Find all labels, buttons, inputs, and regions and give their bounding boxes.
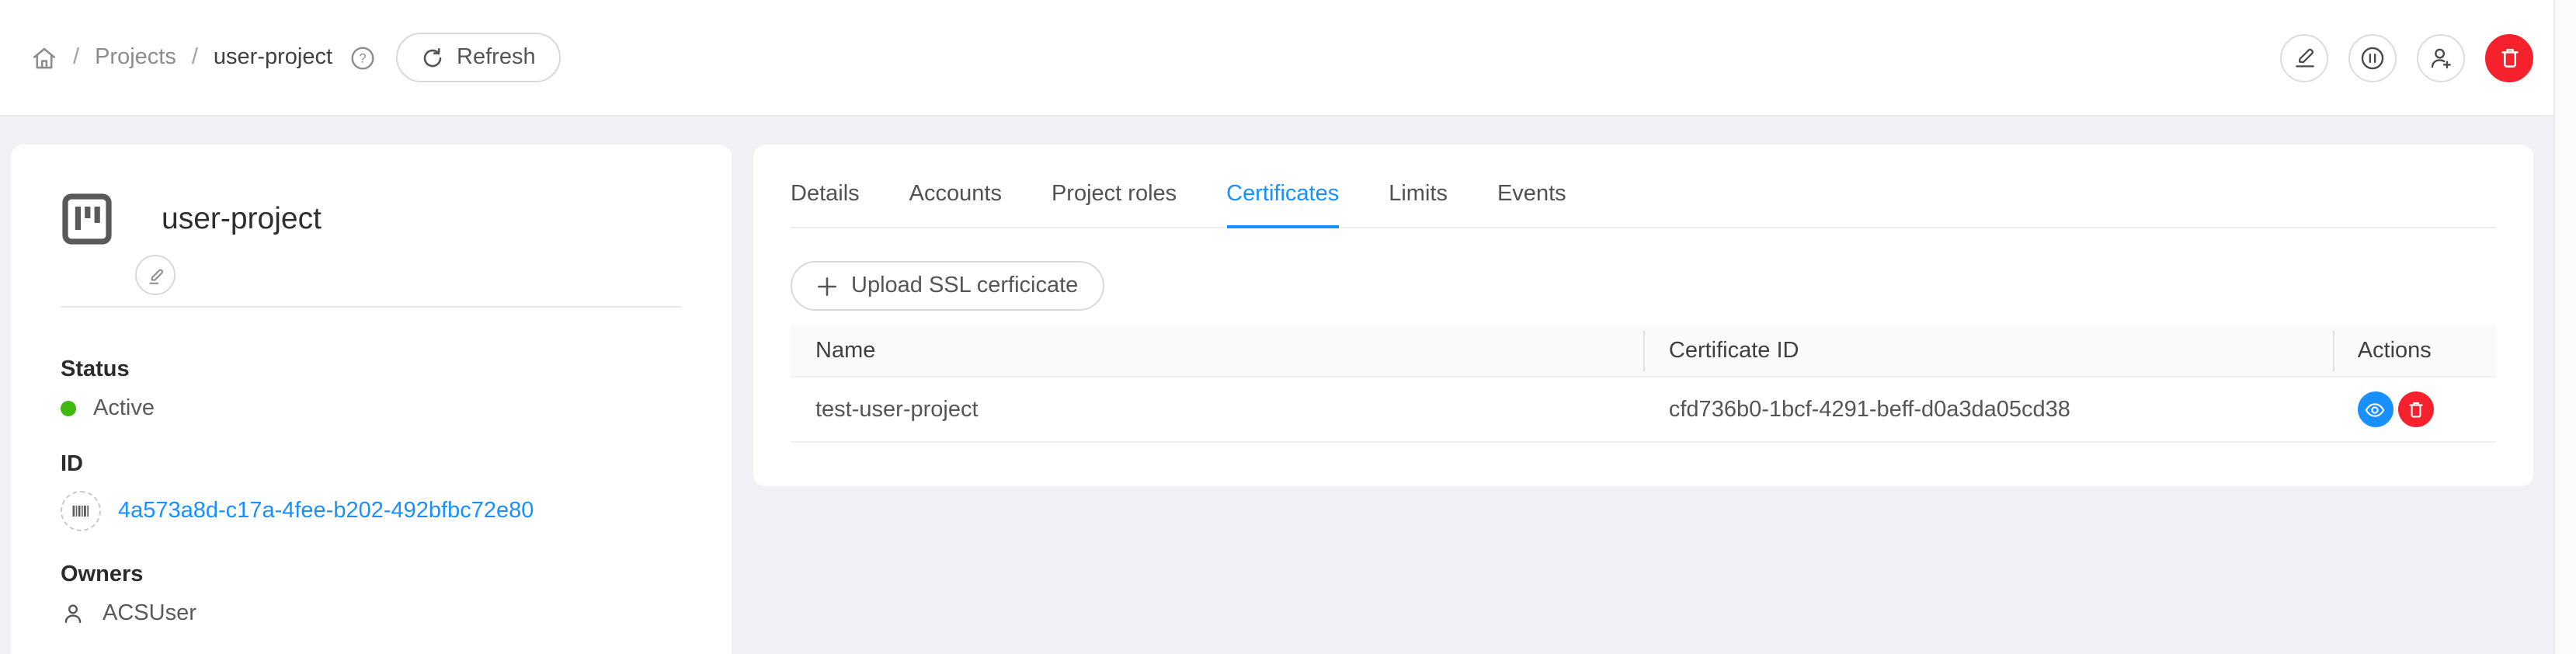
trash-icon — [2406, 399, 2426, 419]
edit-resource-icon-button[interactable] — [135, 255, 176, 295]
owner-value-row: ACSUser — [61, 601, 682, 626]
tab-limits[interactable]: Limits — [1389, 182, 1448, 227]
column-header-name: Name — [791, 325, 1644, 377]
divider — [61, 306, 682, 308]
breadcrumb: / Projects / user-project ? — [31, 44, 376, 71]
tab-details[interactable]: Details — [791, 182, 860, 227]
view-certificate-button[interactable] — [2358, 391, 2393, 427]
app-window: / Projects / user-project ? Refresh — [0, 0, 2576, 654]
status-label: Status — [61, 357, 682, 382]
user-icon — [61, 601, 85, 626]
edit-icon — [145, 265, 165, 285]
owner-value: ACSUser — [103, 601, 196, 626]
user-add-icon — [2428, 44, 2454, 71]
edit-icon — [2292, 45, 2317, 70]
status-value: Active — [93, 396, 155, 421]
refresh-button[interactable]: Refresh — [396, 33, 561, 82]
svg-text:?: ? — [360, 51, 367, 65]
owners-label: Owners — [61, 562, 682, 587]
breadcrumb-current-page: user-project — [214, 45, 332, 70]
breadcrumb-separator: / — [73, 45, 79, 70]
certificates-table: Name Certificate ID Actions test-user-pr… — [791, 325, 2496, 443]
row-actions — [2358, 391, 2471, 427]
upload-ssl-certificate-button[interactable]: Upload SSL cerficicate — [791, 261, 1104, 311]
breadcrumb-separator: / — [192, 45, 198, 70]
tab-project-roles[interactable]: Project roles — [1052, 182, 1177, 227]
top-bar: / Projects / user-project ? Refresh — [0, 0, 2576, 117]
eye-icon — [2365, 398, 2387, 420]
status-dot-icon — [61, 401, 76, 416]
id-value-row: 4a573a8d-c17a-4fee-b202-492bfbc72e80 — [61, 491, 682, 531]
project-actions — [2280, 33, 2533, 82]
delete-project-button[interactable] — [2485, 33, 2533, 82]
project-id-link[interactable]: 4a573a8d-c17a-4fee-b202-492bfbc72e80 — [118, 499, 534, 524]
status-value-row: Active — [61, 396, 682, 421]
project-name: user-project — [162, 201, 322, 237]
tab-events[interactable]: Events — [1497, 182, 1566, 227]
vertical-scrollbar[interactable] — [2553, 0, 2576, 654]
delete-certificate-button[interactable] — [2398, 391, 2434, 427]
breadcrumb-projects-link[interactable]: Projects — [95, 45, 176, 70]
plus-icon — [817, 276, 837, 296]
page-content: user-project Status Active ID — [0, 117, 2576, 654]
project-info-card: user-project Status Active ID — [11, 144, 732, 654]
add-account-button[interactable] — [2417, 33, 2465, 82]
pause-circle-icon — [2359, 44, 2386, 71]
edit-project-button[interactable] — [2280, 33, 2328, 82]
trash-icon — [2497, 45, 2522, 70]
project-detail-card: Details Accounts Project roles Certifica… — [753, 144, 2533, 486]
help-icon[interactable]: ? — [349, 44, 376, 71]
column-header-actions: Actions — [2333, 325, 2496, 377]
cell-certificate-name: test-user-project — [791, 377, 1644, 442]
table-header-row: Name Certificate ID Actions — [791, 325, 2496, 377]
refresh-label: Refresh — [457, 45, 536, 70]
table-row: test-user-project cfd736b0-1bcf-4291-bef… — [791, 377, 2496, 442]
tab-bar: Details Accounts Project roles Certifica… — [791, 182, 2496, 228]
column-header-certificate-id: Certificate ID — [1644, 325, 2333, 377]
project-icon — [61, 193, 113, 245]
home-icon[interactable] — [31, 44, 57, 71]
tab-accounts[interactable]: Accounts — [909, 182, 1002, 227]
id-label: ID — [61, 452, 682, 477]
refresh-icon — [421, 46, 444, 69]
upload-ssl-certificate-label: Upload SSL cerficicate — [851, 273, 1078, 298]
tab-certificates[interactable]: Certificates — [1226, 182, 1339, 227]
suspend-project-button[interactable] — [2348, 33, 2397, 82]
resource-header: user-project — [61, 193, 682, 245]
cell-certificate-id: cfd736b0-1bcf-4291-beff-d0a3da05cd38 — [1644, 377, 2333, 442]
barcode-icon — [61, 491, 101, 531]
